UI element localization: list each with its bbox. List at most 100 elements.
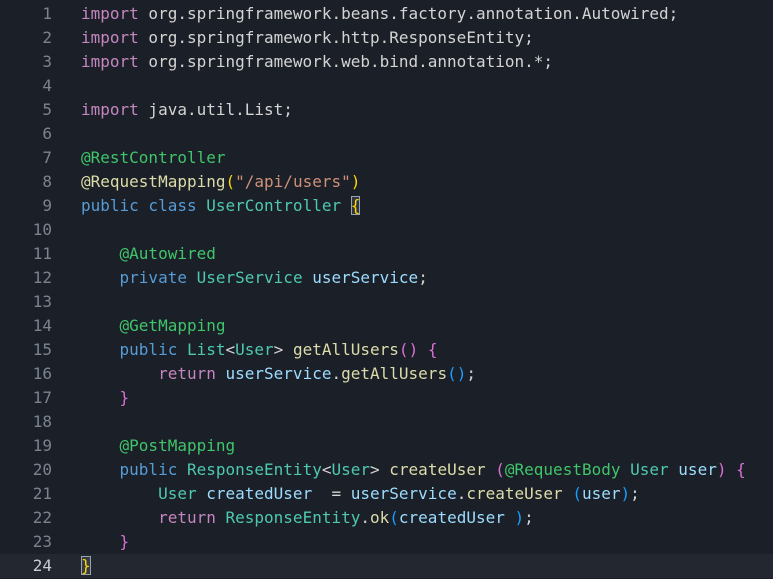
line-number[interactable]: 9: [0, 194, 52, 218]
code-token: ): [457, 364, 467, 383]
code-token: [620, 460, 630, 479]
code-content: @GetMapping: [81, 314, 773, 338]
code-token: getAllUsers: [293, 340, 399, 359]
code-editor[interactable]: 1 import org.springframework.beans.factor…: [0, 0, 773, 579]
code-token: List: [187, 340, 226, 359]
code-token: [81, 460, 120, 479]
code-line[interactable]: 22 return ResponseEntity.ok(createdUser …: [0, 506, 773, 530]
code-line[interactable]: 24}: [0, 554, 773, 578]
code-content: return userService.getAllUsers();: [81, 362, 773, 386]
code-line[interactable]: 9 public class UserController {: [0, 194, 773, 218]
line-number[interactable]: 6: [0, 122, 52, 146]
code-token: ): [409, 340, 419, 359]
line-number[interactable]: 8: [0, 170, 52, 194]
code-line[interactable]: 13: [0, 290, 773, 314]
line-number[interactable]: 13: [0, 290, 52, 314]
code-line[interactable]: 16 return userService.getAllUsers();: [0, 362, 773, 386]
code-token: ok: [370, 508, 389, 527]
code-line[interactable]: 1 import org.springframework.beans.factor…: [0, 2, 773, 26]
code-line[interactable]: 23 }: [0, 530, 773, 554]
code-line[interactable]: 6: [0, 122, 773, 146]
line-number[interactable]: 14: [0, 314, 52, 338]
code-token: User: [235, 340, 274, 359]
line-number[interactable]: 24: [0, 554, 52, 578]
code-token: [197, 484, 207, 503]
code-line[interactable]: 4: [0, 74, 773, 98]
code-token: org.springframework.beans.factory.annota…: [139, 4, 678, 23]
code-token: public class: [81, 196, 197, 215]
code-token: ResponseEntity: [226, 508, 361, 527]
code-token: @GetMapping: [120, 316, 226, 335]
code-line[interactable]: 7 @RestController: [0, 146, 773, 170]
code-token: userService: [351, 484, 457, 503]
code-token: ): [351, 172, 361, 191]
code-content: }: [81, 554, 773, 578]
code-content: }: [81, 530, 773, 554]
code-token: <: [226, 340, 236, 359]
code-content: @PostMapping: [81, 434, 773, 458]
code-token: import: [81, 4, 139, 23]
code-line[interactable]: 17 }: [0, 386, 773, 410]
code-token: [216, 364, 226, 383]
line-number[interactable]: 19: [0, 434, 52, 458]
line-number[interactable]: 23: [0, 530, 52, 554]
code-line[interactable]: 14 @GetMapping: [0, 314, 773, 338]
line-number[interactable]: 22: [0, 506, 52, 530]
code-token: [81, 484, 158, 503]
code-token: {: [736, 460, 746, 479]
line-number[interactable]: 21: [0, 482, 52, 506]
code-content: import java.util.List;: [81, 98, 773, 122]
code-line[interactable]: 5 import java.util.List;: [0, 98, 773, 122]
code-token: [669, 460, 679, 479]
code-token: getAllUsers: [341, 364, 447, 383]
line-number[interactable]: 20: [0, 458, 52, 482]
code-token: =: [312, 484, 351, 503]
line-number[interactable]: 18: [0, 410, 52, 434]
line-number[interactable]: 3: [0, 50, 52, 74]
code-content: @Autowired: [81, 242, 773, 266]
code-token: @RequestMapping: [81, 172, 226, 191]
line-number[interactable]: 1: [0, 2, 52, 26]
code-token: (: [226, 172, 236, 191]
code-line[interactable]: 12 private UserService userService;: [0, 266, 773, 290]
code-token: [81, 364, 158, 383]
code-token: userService: [226, 364, 332, 383]
code-content: @RestController: [81, 146, 773, 170]
code-token: import: [81, 52, 139, 71]
code-token: public: [120, 460, 178, 479]
code-line[interactable]: 11 @Autowired: [0, 242, 773, 266]
code-token: .: [457, 484, 467, 503]
code-token: .: [360, 508, 370, 527]
code-token: >: [274, 340, 284, 359]
code-content: public List<User> getAllUsers() {: [81, 338, 773, 362]
line-number[interactable]: 4: [0, 74, 52, 98]
code-line[interactable]: 19 @PostMapping: [0, 434, 773, 458]
code-token: [81, 436, 120, 455]
code-token: [563, 484, 573, 503]
line-number[interactable]: 16: [0, 362, 52, 386]
code-token: createUser: [389, 460, 485, 479]
code-token: return: [158, 508, 216, 527]
line-number[interactable]: 7: [0, 146, 52, 170]
code-token: [187, 268, 197, 287]
code-token: createdUser: [399, 508, 505, 527]
code-line[interactable]: 18: [0, 410, 773, 434]
code-token: [418, 340, 428, 359]
code-line[interactable]: 20 public ResponseEntity<User> createUse…: [0, 458, 773, 482]
line-number[interactable]: 17: [0, 386, 52, 410]
line-number[interactable]: 5: [0, 98, 52, 122]
line-number[interactable]: 10: [0, 218, 52, 242]
line-number[interactable]: 11: [0, 242, 52, 266]
code-line[interactable]: 15 public List<User> getAllUsers() {: [0, 338, 773, 362]
code-line[interactable]: 21 User createdUser = userService.create…: [0, 482, 773, 506]
line-number[interactable]: 15: [0, 338, 52, 362]
code-line[interactable]: 3import org.springframework.web.bind.ann…: [0, 50, 773, 74]
line-number[interactable]: 12: [0, 266, 52, 290]
code-content: public class UserController {: [81, 194, 773, 218]
code-token: [486, 460, 496, 479]
code-line[interactable]: 8@RequestMapping("/api/users"): [0, 170, 773, 194]
line-number[interactable]: 2: [0, 26, 52, 50]
code-content: }: [81, 386, 773, 410]
code-line[interactable]: 2import org.springframework.http.Respons…: [0, 26, 773, 50]
code-line[interactable]: 10: [0, 218, 773, 242]
